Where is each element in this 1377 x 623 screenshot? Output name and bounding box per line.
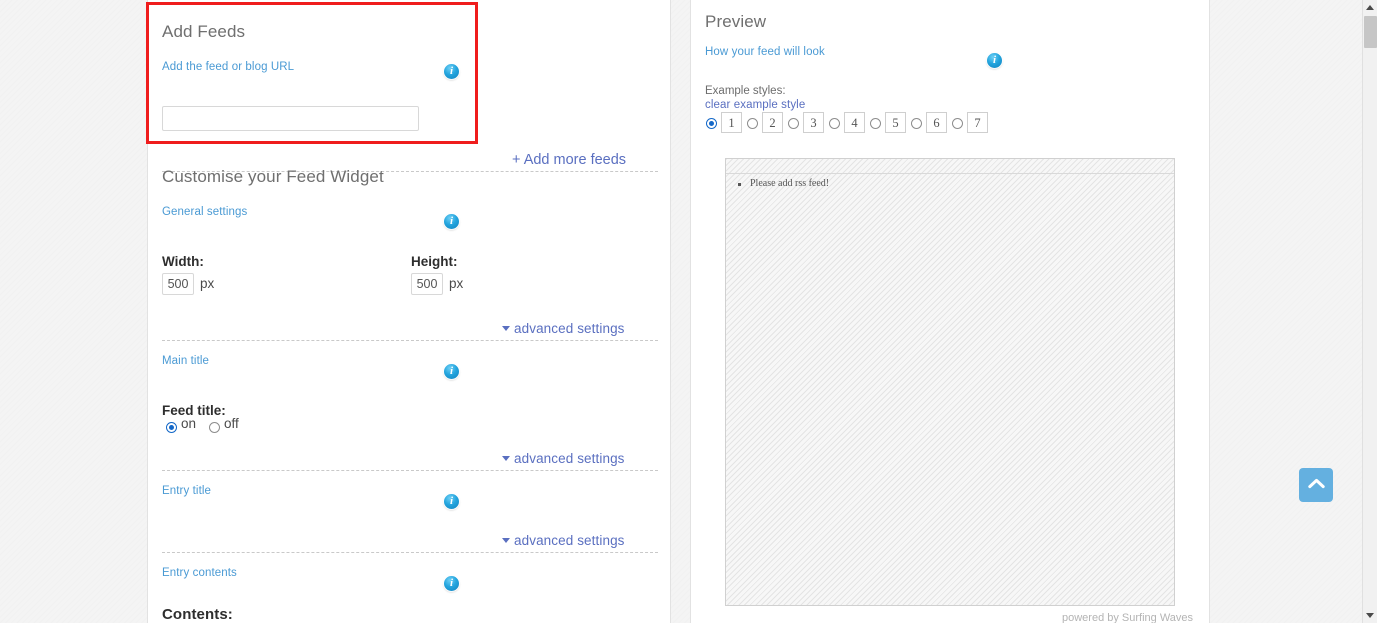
info-icon-entry-contents[interactable]: i — [444, 576, 459, 591]
advanced-settings-link-general[interactable]: advanced settings — [514, 321, 625, 336]
preview-widget-header — [726, 159, 1174, 174]
scrollbar-down-arrow-icon[interactable] — [1366, 613, 1374, 618]
style-box-7[interactable]: 7 — [967, 112, 988, 133]
advanced-settings-link-entry-title[interactable]: advanced settings — [514, 533, 625, 548]
style-radio-2[interactable] — [747, 118, 758, 129]
feed-title-off-label[interactable]: off — [224, 416, 239, 431]
contents-heading: Contents: — [162, 606, 233, 623]
style-radio-4[interactable] — [829, 118, 840, 129]
info-icon-add-feed[interactable]: i — [444, 64, 459, 79]
feed-url-input[interactable] — [162, 106, 419, 131]
feed-title-off-radio[interactable] — [209, 422, 220, 433]
preview-subtitle-link[interactable]: How your feed will look — [705, 46, 825, 58]
customise-heading: Customise your Feed Widget — [162, 167, 384, 186]
page-root: Add Feeds Add the feed or blog URL i + A… — [0, 0, 1377, 623]
chevron-down-icon-main-title[interactable] — [502, 456, 510, 461]
scrollbar-up-arrow-icon[interactable] — [1366, 5, 1374, 10]
style-box-6[interactable]: 6 — [926, 112, 947, 133]
style-box-4[interactable]: 4 — [844, 112, 865, 133]
style-radio-7[interactable] — [952, 118, 963, 129]
main-title-link[interactable]: Main title — [162, 355, 209, 367]
chevron-down-icon-general[interactable] — [502, 326, 510, 331]
advanced-settings-link-main-title[interactable]: advanced settings — [514, 451, 625, 466]
height-input[interactable] — [411, 273, 443, 295]
style-radio-3[interactable] — [788, 118, 799, 129]
preview-heading: Preview — [705, 12, 767, 31]
info-icon-entry-title[interactable]: i — [444, 494, 459, 509]
style-box-3[interactable]: 3 — [803, 112, 824, 133]
vertical-scrollbar[interactable] — [1362, 0, 1377, 623]
style-radio-1[interactable] — [706, 118, 717, 129]
feed-preview-widget: Please add rss feed! — [725, 158, 1175, 606]
chevron-down-icon-entry-title[interactable] — [502, 538, 510, 543]
style-box-1[interactable]: 1 — [721, 112, 742, 133]
height-unit: px — [449, 276, 464, 291]
entry-contents-link[interactable]: Entry contents — [162, 567, 237, 579]
info-icon-main-title[interactable]: i — [444, 364, 459, 379]
divider — [162, 340, 658, 341]
chevron-up-icon — [1307, 478, 1325, 489]
feed-title-on-radio[interactable] — [166, 422, 177, 433]
add-feeds-heading: Add Feeds — [162, 22, 246, 41]
divider — [162, 552, 658, 553]
style-radio-6[interactable] — [911, 118, 922, 129]
scrollbar-thumb[interactable] — [1364, 16, 1377, 48]
entry-title-link[interactable]: Entry title — [162, 485, 211, 497]
add-feed-url-label[interactable]: Add the feed or blog URL — [162, 61, 294, 73]
style-box-5[interactable]: 5 — [885, 112, 906, 133]
info-icon-general-settings[interactable]: i — [444, 214, 459, 229]
general-settings-link[interactable]: General settings — [162, 206, 247, 218]
info-icon-preview[interactable]: i — [987, 53, 1002, 68]
divider — [162, 470, 658, 471]
scroll-to-top-button[interactable] — [1299, 468, 1333, 502]
width-input[interactable] — [162, 273, 194, 295]
feed-title-on-label[interactable]: on — [181, 416, 196, 431]
height-label: Height: — [411, 254, 458, 269]
preview-empty-message: Please add rss feed! — [737, 178, 830, 189]
width-unit: px — [200, 276, 215, 291]
feed-settings-card: Add Feeds Add the feed or blog URL i + A… — [147, 0, 671, 623]
powered-by-label: powered by Surfing Waves — [1062, 612, 1194, 623]
width-label: Width: — [162, 254, 204, 269]
example-styles-label: Example styles: — [705, 85, 786, 97]
style-box-2[interactable]: 2 — [762, 112, 783, 133]
clear-example-style-link[interactable]: clear example style — [705, 99, 805, 111]
add-more-feeds-link[interactable]: + Add more feeds — [512, 152, 626, 168]
style-radio-5[interactable] — [870, 118, 881, 129]
